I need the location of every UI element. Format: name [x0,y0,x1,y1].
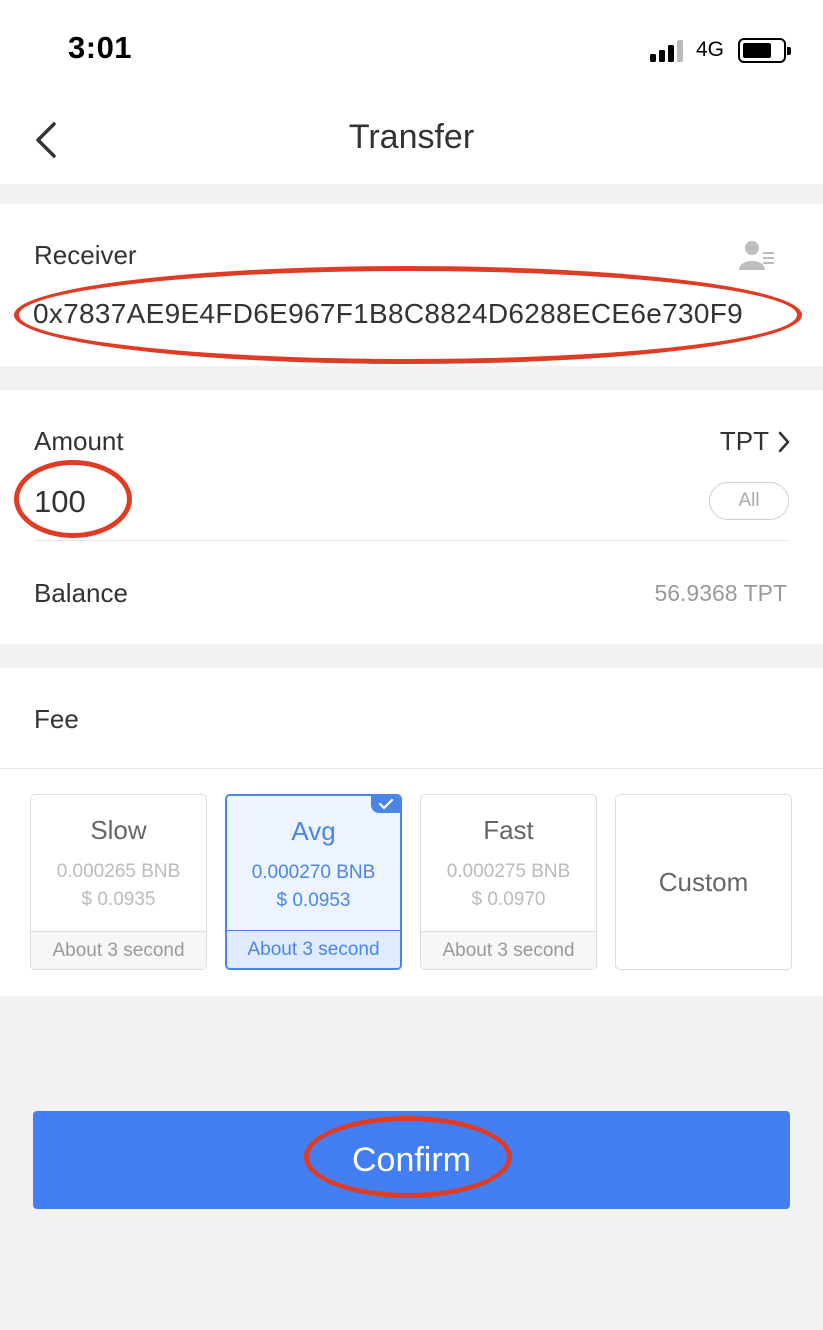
fee-option-time: About 3 second [421,931,596,969]
fee-option-name: Avg [291,816,336,846]
all-button[interactable]: All [709,482,789,520]
fee-option-bnb: 0.000270 BNB [251,862,376,883]
token-selector[interactable]: TPT [720,426,791,457]
receiver-label: Receiver [34,240,137,270]
signal-icon [650,40,688,62]
confirm-button[interactable]: Confirm [33,1111,790,1209]
fee-option-fast[interactable]: Fast 0.000275 BNB $ 0.0970 About 3 secon… [420,794,597,970]
amount-section: Amount TPT 100 All Balance 56.9368 TPT [0,390,823,644]
amount-label: Amount [34,426,124,456]
fee-option-name: Fast [483,815,534,845]
token-symbol: TPT [719,426,769,456]
divider [0,768,823,769]
network-type: 4G [696,38,725,61]
fee-option-usd: $ 0.0953 [276,890,351,911]
fee-option-name: Custom [658,867,749,897]
status-bar: 3:01 4G [0,0,823,92]
battery-icon [738,38,791,63]
fee-option-bnb: 0.000275 BNB [446,861,571,882]
balance-value: 56.9368 TPT [654,580,787,606]
status-time: 3:01 [68,30,133,65]
divider [34,540,789,541]
page-title: Transfer [348,118,475,156]
fee-option-bnb: 0.000265 BNB [56,861,181,882]
check-icon [371,796,400,813]
amount-input[interactable]: 100 [34,484,86,520]
receiver-section: Receiver 0x7837AE9E4FD6E967F1B8C8824D628… [0,204,823,366]
nav-bar: Transfer [0,92,823,184]
fee-option-time: About 3 second [227,930,400,968]
fee-option-custom[interactable]: Custom [615,794,792,970]
contacts-icon[interactable] [739,238,775,272]
fee-option-usd: $ 0.0935 [81,889,156,910]
chevron-right-icon [778,431,790,452]
receiver-address-input[interactable]: 0x7837AE9E4FD6E967F1B8C8824D6288ECE6e730… [33,298,743,330]
fee-option-avg[interactable]: Avg 0.000270 BNB $ 0.0953 About 3 second [225,794,402,970]
fee-label: Fee [34,704,79,734]
fee-option-time: About 3 second [31,931,206,969]
fee-option-usd: $ 0.0970 [471,889,546,910]
fee-option-slow[interactable]: Slow 0.000265 BNB $ 0.0935 About 3 secon… [30,794,207,970]
fee-option-name: Slow [90,815,147,845]
balance-label: Balance [34,578,128,608]
fee-section: Fee Slow 0.000265 BNB $ 0.0935 About 3 s… [0,668,823,996]
